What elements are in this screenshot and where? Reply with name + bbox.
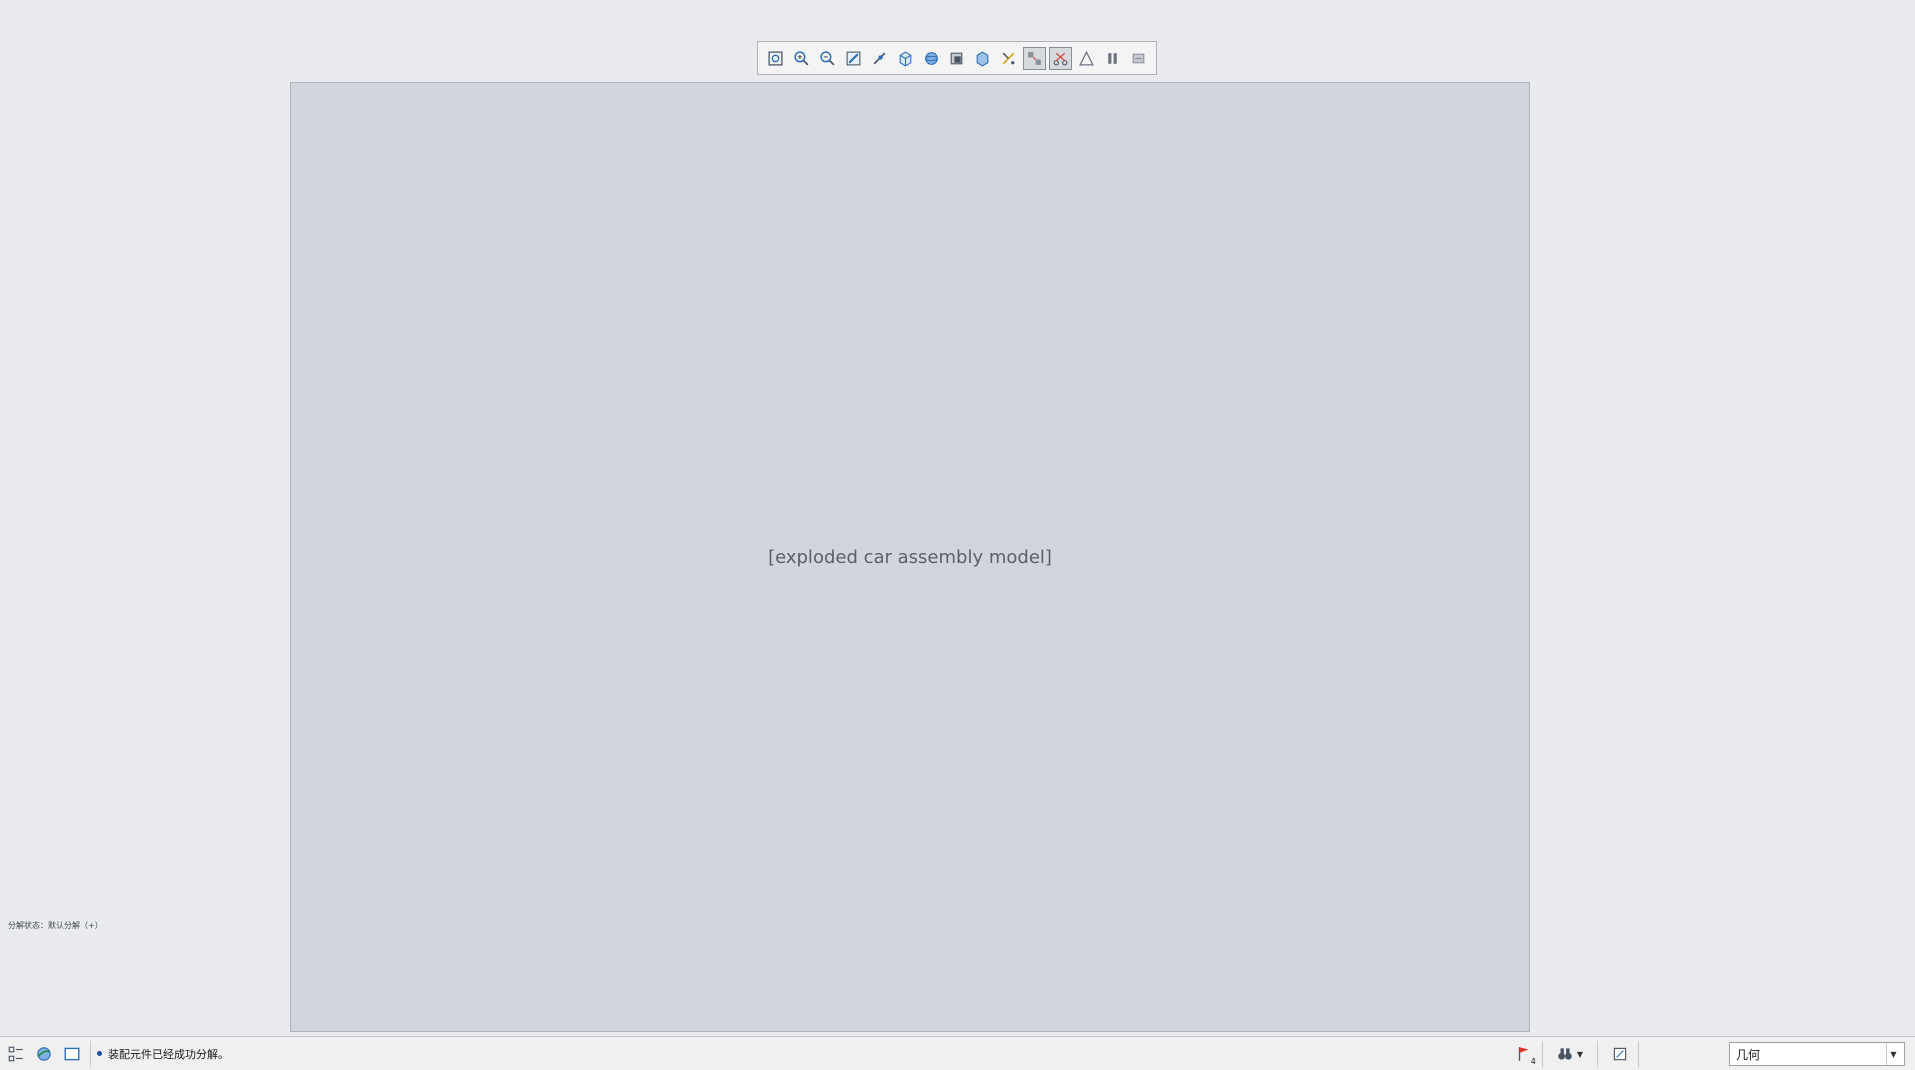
status-separator [1541,1041,1543,1067]
graphics-area[interactable]: [exploded car assembly model] 分解状态：默认分解（… [0,0,1915,1036]
repaint-button[interactable] [842,47,865,70]
edit-position-icon [1053,52,1068,65]
full-screen-icon [64,1047,80,1060]
spin-center-icon [1132,53,1145,63]
saved-views-icon [899,51,911,67]
display-style-button[interactable] [920,47,943,70]
notification-center-button[interactable]: 4 [1512,1042,1536,1066]
status-separator [1638,1041,1639,1067]
annotations-button[interactable] [1075,47,1098,70]
datum-display-icon [1002,52,1015,64]
explode-view-icon [1028,51,1042,65]
pause-button[interactable] [1101,47,1124,70]
datum-display-button[interactable] [997,47,1020,70]
orient-button[interactable] [868,47,891,70]
graphics-toolbar [757,41,1157,75]
browser-toggle-button[interactable] [32,1042,56,1066]
zoom-in-icon [794,50,809,65]
zoom-in-button[interactable] [790,47,813,70]
section-icon [951,52,963,64]
status-message-text: 装配元件已经成功分解。 [108,1047,229,1061]
find-button[interactable] [1553,1042,1577,1066]
refit-icon [768,50,783,66]
status-bar: 装配元件已经成功分解。 4 ▼ 几何 ▼ [0,1036,1915,1070]
saved-views-button[interactable] [894,47,917,70]
full-screen-button[interactable] [60,1042,84,1066]
model-placeholder[interactable]: [exploded car assembly model] [290,82,1530,1032]
orient-icon [873,52,886,64]
selection-filter-button[interactable] [1608,1042,1632,1066]
chevron-down-icon: ▼ [1886,1043,1900,1065]
zoom-out-button[interactable] [816,47,839,70]
annotations-icon [1079,50,1094,66]
section-button[interactable] [945,47,968,70]
model-tree-toggle-button[interactable] [4,1042,28,1066]
notification-count: 4 [1530,1057,1536,1066]
spin-center-button[interactable] [1127,47,1150,70]
pause-icon [1108,52,1117,64]
selection-filter-value: 几何 [1736,1047,1761,1062]
view-manager-button[interactable] [971,47,994,70]
repaint-icon [846,51,861,65]
status-bullet [97,1051,102,1056]
status-separator [90,1040,91,1067]
refit-button[interactable] [764,47,787,70]
explode-state-label: 分解状态：默认分解（+） [8,921,103,930]
status-message: 装配元件已经成功分解。 [97,1046,229,1062]
model-placeholder-label: [exploded car assembly model] [768,546,1052,568]
browser-icon [37,1046,51,1061]
model-tree-icon [8,1046,23,1061]
display-style-icon [924,51,938,65]
edit-position-button[interactable] [1049,46,1073,70]
status-separator [1597,1041,1598,1067]
zoom-out-icon [820,50,835,65]
view-manager-icon [977,51,989,67]
binoculars-icon [1558,1048,1572,1060]
explode-view-button[interactable] [1023,46,1047,70]
find-dropdown-button[interactable]: ▼ [1577,1050,1583,1059]
app-window: [exploded car assembly model] 分解状态：默认分解（… [0,0,1915,1070]
selection-filter-dropdown[interactable]: 几何 ▼ [1729,1042,1905,1066]
selection-filter-icon [1613,1047,1627,1061]
status-right-group: 4 ▼ 几何 ▼ [1508,1041,1905,1067]
